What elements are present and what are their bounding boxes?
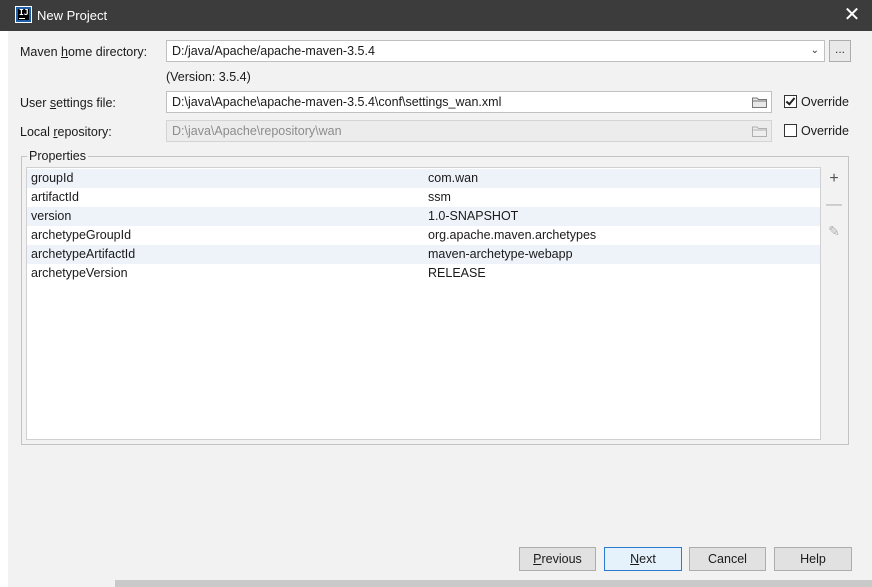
maven-home-label: Maven home directory: [20, 45, 148, 59]
local-repo-field: D:\java\Apache\repository\wan [166, 120, 772, 142]
pencil-icon[interactable]: ✎ [825, 222, 843, 240]
properties-title: Properties [27, 149, 88, 163]
table-row[interactable]: artifactId ssm [27, 188, 820, 207]
plus-icon[interactable]: + [825, 170, 843, 188]
help-button[interactable]: Help [774, 547, 852, 571]
table-row[interactable]: version 1.0-SNAPSHOT [27, 207, 820, 226]
property-value: 1.0-SNAPSHOT [428, 209, 519, 223]
maven-home-combobox[interactable]: D:/java/Apache/apache-maven-3.5.4 ⌄ [166, 40, 825, 62]
chevron-down-icon[interactable]: ⌄ [811, 41, 819, 61]
property-value: org.apache.maven.archetypes [428, 228, 597, 242]
title-bar: IJ New Project ✕ [0, 0, 872, 31]
property-key: artifactId [31, 190, 79, 204]
property-key: version [31, 209, 72, 223]
property-key: groupId [31, 171, 74, 185]
previous-button[interactable]: Previous [519, 547, 596, 571]
folder-icon[interactable] [752, 97, 767, 108]
property-value: ssm [428, 190, 451, 204]
user-settings-field[interactable]: D:\java\Apache\apache-maven-3.5.4\conf\s… [166, 91, 772, 113]
properties-table[interactable]: groupId com.wan artifactId ssm version 1… [26, 167, 821, 440]
local-repo-override-checkbox[interactable] [784, 124, 797, 137]
cancel-button[interactable]: Cancel [689, 547, 766, 571]
user-settings-value: D:\java\Apache\apache-maven-3.5.4\conf\s… [172, 95, 502, 109]
local-repo-label: Local repository: [20, 125, 112, 139]
maven-home-value: D:/java/Apache/apache-maven-3.5.4 [172, 44, 375, 58]
close-icon[interactable]: ✕ [842, 5, 862, 25]
property-key: archetypeGroupId [31, 228, 132, 242]
minus-icon[interactable]: — [825, 196, 843, 214]
property-key: archetypeVersion [31, 266, 128, 280]
local-repo-value: D:\java\Apache\repository\wan [172, 124, 342, 138]
local-repo-override-label: Override [801, 124, 849, 138]
window-title: New Project [37, 8, 108, 23]
maven-home-browse-button[interactable]: ... [829, 40, 851, 62]
user-settings-override-label: Override [801, 95, 849, 109]
user-settings-label: User settings file: [20, 96, 116, 110]
table-row[interactable]: archetypeGroupId org.apache.maven.archet… [27, 226, 820, 245]
checkmark-icon [785, 95, 796, 106]
property-value: com.wan [428, 171, 479, 185]
new-project-dialog: IJ New Project ✕ Maven home directory: D… [0, 0, 872, 587]
table-row[interactable]: groupId com.wan [27, 169, 820, 188]
property-value: maven-archetype-webapp [428, 247, 573, 261]
intellij-icon: IJ [15, 6, 32, 23]
window-shadow [115, 580, 872, 587]
table-row[interactable]: archetypeArtifactId maven-archetype-weba… [27, 245, 820, 264]
maven-version-text: (Version: 3.5.4) [166, 70, 251, 84]
folder-icon [752, 126, 767, 137]
property-key: archetypeArtifactId [31, 247, 136, 261]
properties-toolbar: + — ✎ [821, 167, 848, 440]
table-row[interactable]: archetypeVersion RELEASE [27, 264, 820, 283]
user-settings-override-checkbox[interactable] [784, 95, 797, 108]
window-edge [0, 31, 8, 587]
next-button[interactable]: Next [604, 547, 682, 571]
property-value: RELEASE [428, 266, 486, 280]
